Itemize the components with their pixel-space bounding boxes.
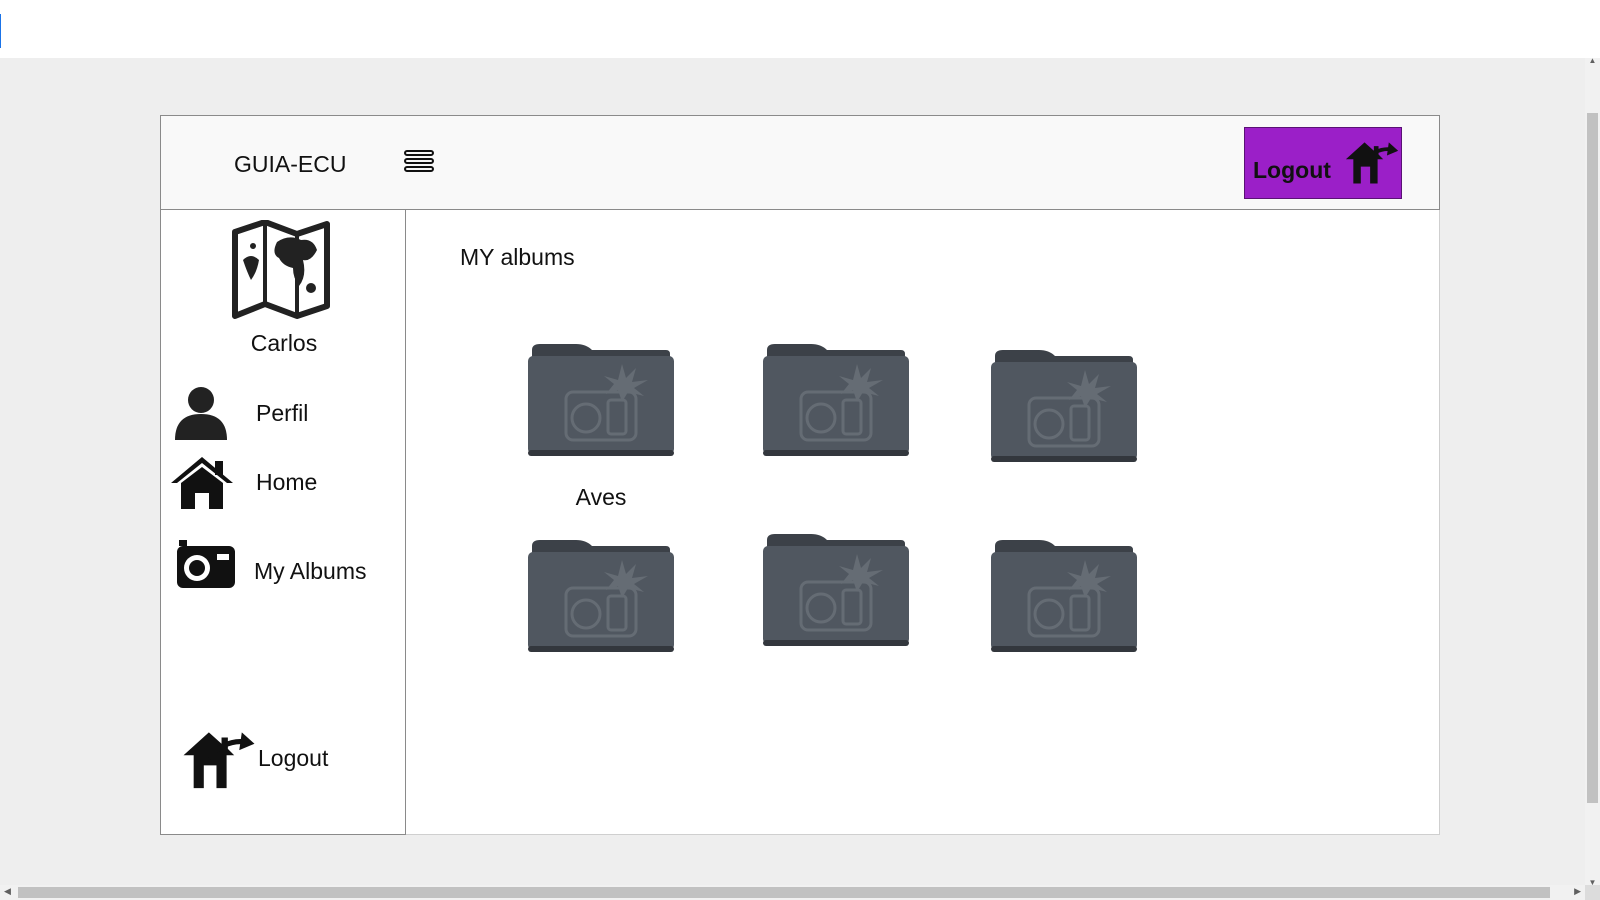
photo-folder-icon	[989, 348, 1139, 464]
main-content: MY albums Aves	[406, 210, 1440, 835]
horizontal-scrollbar[interactable]: ◀ ▶	[0, 885, 1585, 900]
album-folder[interactable]	[989, 538, 1139, 654]
page-viewport: GUIA-ECU Logout Carlos Perfil Home My Al…	[0, 58, 1585, 885]
text-caret	[0, 14, 1, 48]
header-logout-button[interactable]: Logout	[1244, 127, 1402, 199]
page-title: MY albums	[460, 244, 575, 270]
brand-title: GUIA-ECU	[234, 151, 347, 177]
header-logout-label: Logout	[1253, 157, 1331, 183]
sidebar-item-label: Home	[256, 469, 318, 495]
header: GUIA-ECU Logout	[160, 115, 1440, 210]
sidebar-logout-label: Logout	[258, 745, 329, 771]
album-folder[interactable]: Aves	[526, 342, 676, 510]
sidebar-item-home[interactable]: Home	[161, 455, 401, 515]
scrollbar-corner	[1585, 885, 1600, 900]
sidebar-item-label: Perfil	[256, 400, 309, 426]
scroll-up-arrow-icon[interactable]: ▲	[1585, 56, 1600, 65]
home-icon	[171, 457, 233, 509]
photo-folder-icon	[989, 538, 1139, 654]
user-name: Carlos	[250, 330, 318, 356]
sidebar-item-my-albums[interactable]: My Albums	[161, 540, 401, 600]
sidebar-item-label: My Albums	[254, 558, 367, 584]
vertical-scroll-thumb[interactable]	[1587, 113, 1598, 803]
scroll-right-arrow-icon[interactable]: ▶	[1574, 886, 1581, 897]
album-folder[interactable]	[989, 348, 1139, 464]
horizontal-scroll-thumb[interactable]	[18, 887, 1550, 898]
house-exit-icon	[181, 727, 257, 791]
hamburger-menu-icon[interactable]	[404, 150, 436, 178]
album-folder[interactable]	[761, 342, 911, 458]
sidebar-item-perfil[interactable]: Perfil	[161, 380, 401, 440]
sidebar: Carlos Perfil Home My Albums Logout	[160, 210, 406, 835]
album-caption: Aves	[575, 484, 627, 510]
photo-folder-icon	[761, 532, 911, 648]
camera-icon	[177, 540, 235, 588]
user-icon	[175, 387, 227, 440]
browser-top-bar	[0, 0, 1600, 58]
vertical-scrollbar[interactable]: ▲ ▼	[1585, 56, 1600, 887]
album-folder[interactable]	[526, 538, 676, 654]
scroll-left-arrow-icon[interactable]: ◀	[4, 886, 11, 897]
world-map-icon	[232, 220, 330, 319]
sidebar-logout[interactable]: Logout	[161, 725, 401, 785]
app-frame: GUIA-ECU Logout Carlos Perfil Home My Al…	[160, 115, 1440, 835]
photo-folder-icon	[526, 538, 676, 654]
album-folder[interactable]	[761, 532, 911, 648]
house-exit-icon	[1344, 138, 1400, 186]
photo-folder-icon	[761, 342, 911, 458]
photo-folder-icon	[526, 342, 676, 458]
